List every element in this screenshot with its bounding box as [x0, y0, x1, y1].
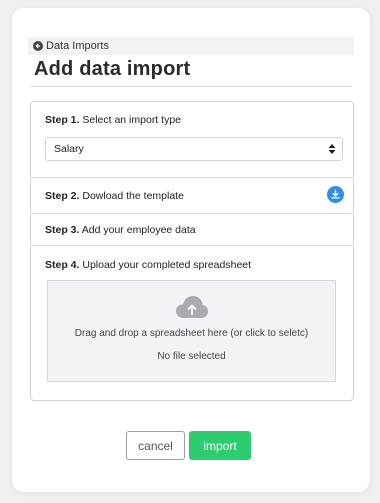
spreadsheet-dropzone[interactable]: Drag and drop a spreadsheet here (or cli…: [47, 280, 336, 382]
step-1-label: Step 1. Select an import type: [45, 114, 181, 126]
step-3-text: Add your employee data: [81, 224, 196, 236]
step-2-number: Step 2.: [45, 190, 80, 202]
step-2-text: Dowload the template: [82, 190, 184, 202]
title-divider: [30, 86, 352, 87]
import-type-select[interactable]: Salary: [45, 137, 343, 161]
cancel-button[interactable]: cancel: [126, 431, 185, 460]
step-divider: [31, 245, 353, 246]
step-4-label: Step 4. Upload your completed spreadshee…: [45, 259, 251, 271]
cloud-upload-icon: [176, 296, 208, 318]
sort-caret-icon: [328, 144, 336, 154]
breadcrumb-link-data-imports[interactable]: Data Imports: [46, 40, 109, 52]
step-divider: [31, 177, 353, 178]
step-3-number: Step 3.: [45, 224, 80, 236]
step-divider: [31, 213, 353, 214]
download-icon: [331, 189, 340, 199]
step-4-text: Upload your completed spreadsheet: [82, 259, 252, 271]
import-type-selected-value: Salary: [54, 143, 84, 155]
step-4-number: Step 4.: [45, 259, 80, 271]
import-steps-panel: Step 1. Select an import type Salary Ste…: [30, 101, 354, 401]
step-1-number: Step 1.: [45, 114, 80, 126]
import-button[interactable]: import: [189, 431, 251, 460]
download-template-button[interactable]: [327, 186, 344, 203]
file-status: No file selected: [157, 351, 226, 362]
step-1-text: Select an import type: [82, 114, 181, 126]
page-title: Add data import: [34, 58, 191, 80]
step-2-label: Step 2. Dowload the template: [45, 190, 184, 202]
step-3-label: Step 3. Add your employee data: [45, 224, 196, 236]
arrow-left-circle-icon[interactable]: [33, 41, 43, 51]
dropzone-instruction: Drag and drop a spreadsheet here (or cli…: [74, 328, 309, 339]
breadcrumb: Data Imports: [28, 37, 354, 55]
